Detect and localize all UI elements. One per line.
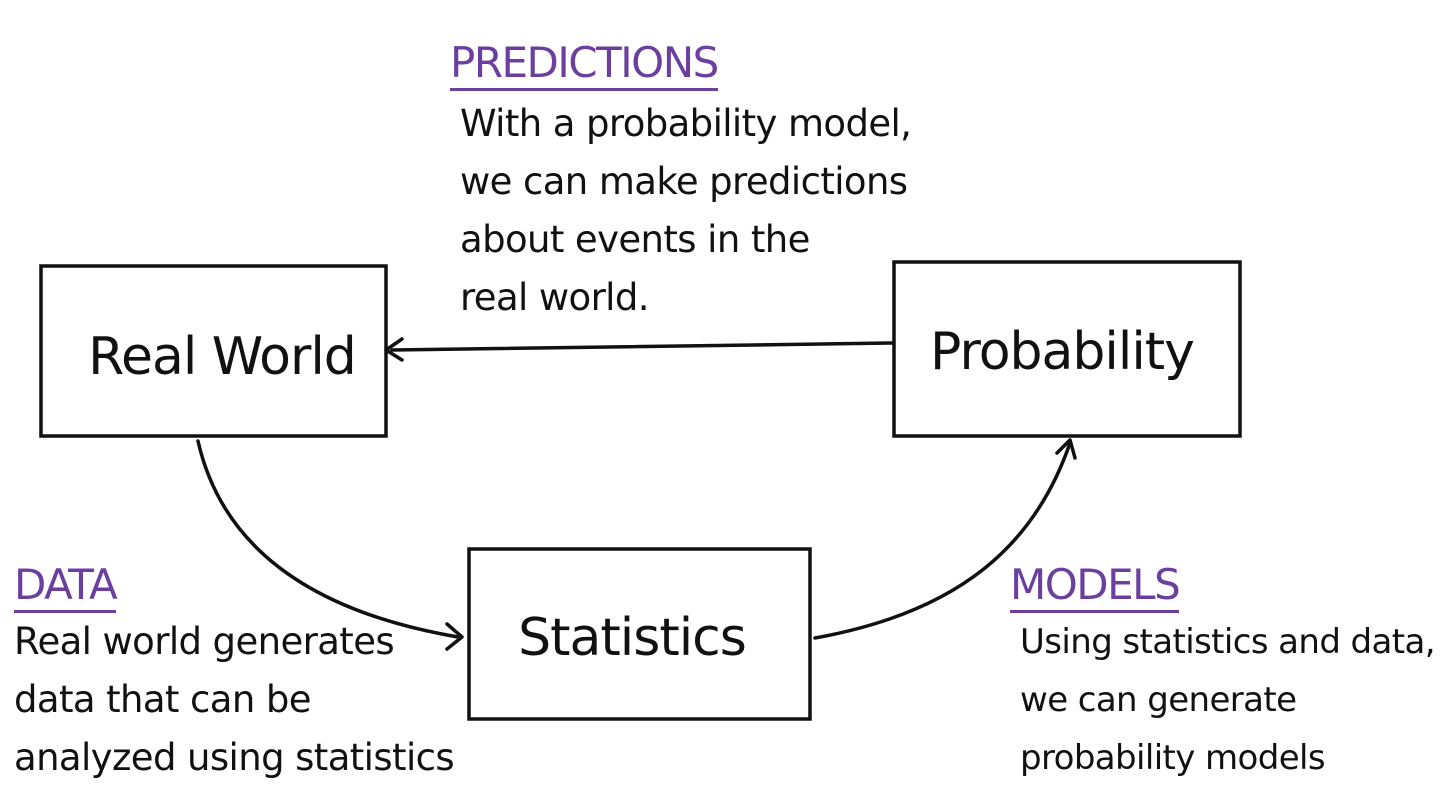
data-note: DATA Real world generates data that can … (14, 562, 455, 787)
models-line: Using statistics and data, (1020, 622, 1436, 662)
probability-node: Probability (892, 260, 1242, 438)
data-line: analyzed using statistics (14, 736, 455, 779)
predictions-line: about events in the (460, 218, 810, 261)
predictions-line: real world. (460, 276, 650, 319)
statistics-node: Statistics (467, 547, 812, 721)
predictions-line: With a probability model, (460, 102, 912, 145)
probability-label: Probability (930, 322, 1194, 382)
data-line: data that can be (14, 678, 311, 721)
data-line: Real world generates (14, 620, 395, 663)
models-line: probability models (1020, 738, 1326, 778)
predictions-note: PREDICTIONS With a probability model, we… (450, 40, 912, 327)
models-heading: MODELS (1010, 562, 1181, 613)
arrow-probability-to-real-world (384, 337, 895, 362)
models-note: MODELS Using statistics and data, we can… (1010, 562, 1436, 787)
statistics-label: Statistics (518, 608, 746, 668)
predictions-line: we can make predictions (460, 160, 908, 203)
real-world-label: Real World (88, 327, 356, 387)
models-line: we can generate (1020, 680, 1297, 720)
predictions-heading: PREDICTIONS (450, 40, 719, 91)
real-world-node: Real World (39, 264, 388, 438)
data-heading: DATA (14, 562, 118, 613)
